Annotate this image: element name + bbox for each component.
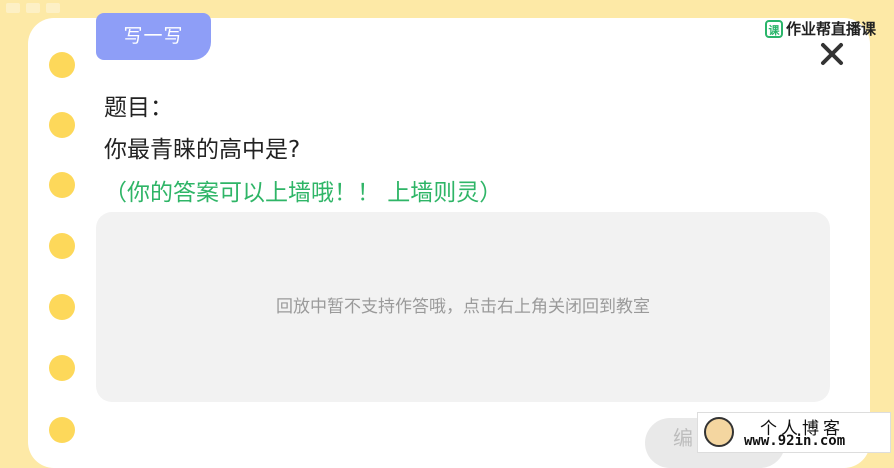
- question-text: 你最青睐的高中是?: [104, 137, 301, 163]
- watermark: 个人博客 www.92in.com: [697, 412, 891, 453]
- watermark-url: www.92in.com: [744, 433, 846, 449]
- binder-ring: [49, 417, 75, 443]
- close-icon: [821, 43, 843, 65]
- close-button[interactable]: [818, 40, 846, 68]
- binder-ring: [49, 112, 75, 138]
- battery-icon: [46, 3, 60, 13]
- binder-ring: [49, 294, 75, 320]
- question-label: 题目：: [104, 95, 173, 121]
- wifi-icon: [6, 3, 20, 13]
- answer-area: 回放中暂不支持作答哦，点击右上角关闭回到教室: [96, 212, 830, 402]
- binder-ring: [49, 355, 75, 381]
- brand-icon: 课: [764, 19, 783, 38]
- binder-ring: [49, 233, 75, 259]
- replay-notice: 回放中暂不支持作答哦，点击右上角关闭回到教室: [276, 297, 650, 317]
- binder-ring: [49, 172, 75, 198]
- question-hint: （你的答案可以上墙哦！！ 上墙则灵）: [104, 180, 503, 206]
- brand-logo: 课 作业帮直播课: [764, 18, 876, 39]
- status-bar-icons: [6, 3, 60, 13]
- write-tab[interactable]: 写一写: [96, 13, 211, 60]
- signal-icon: [26, 3, 40, 13]
- brand-name: 作业帮直播课: [785, 20, 876, 38]
- avatar: [704, 417, 734, 447]
- binder-ring: [49, 52, 75, 78]
